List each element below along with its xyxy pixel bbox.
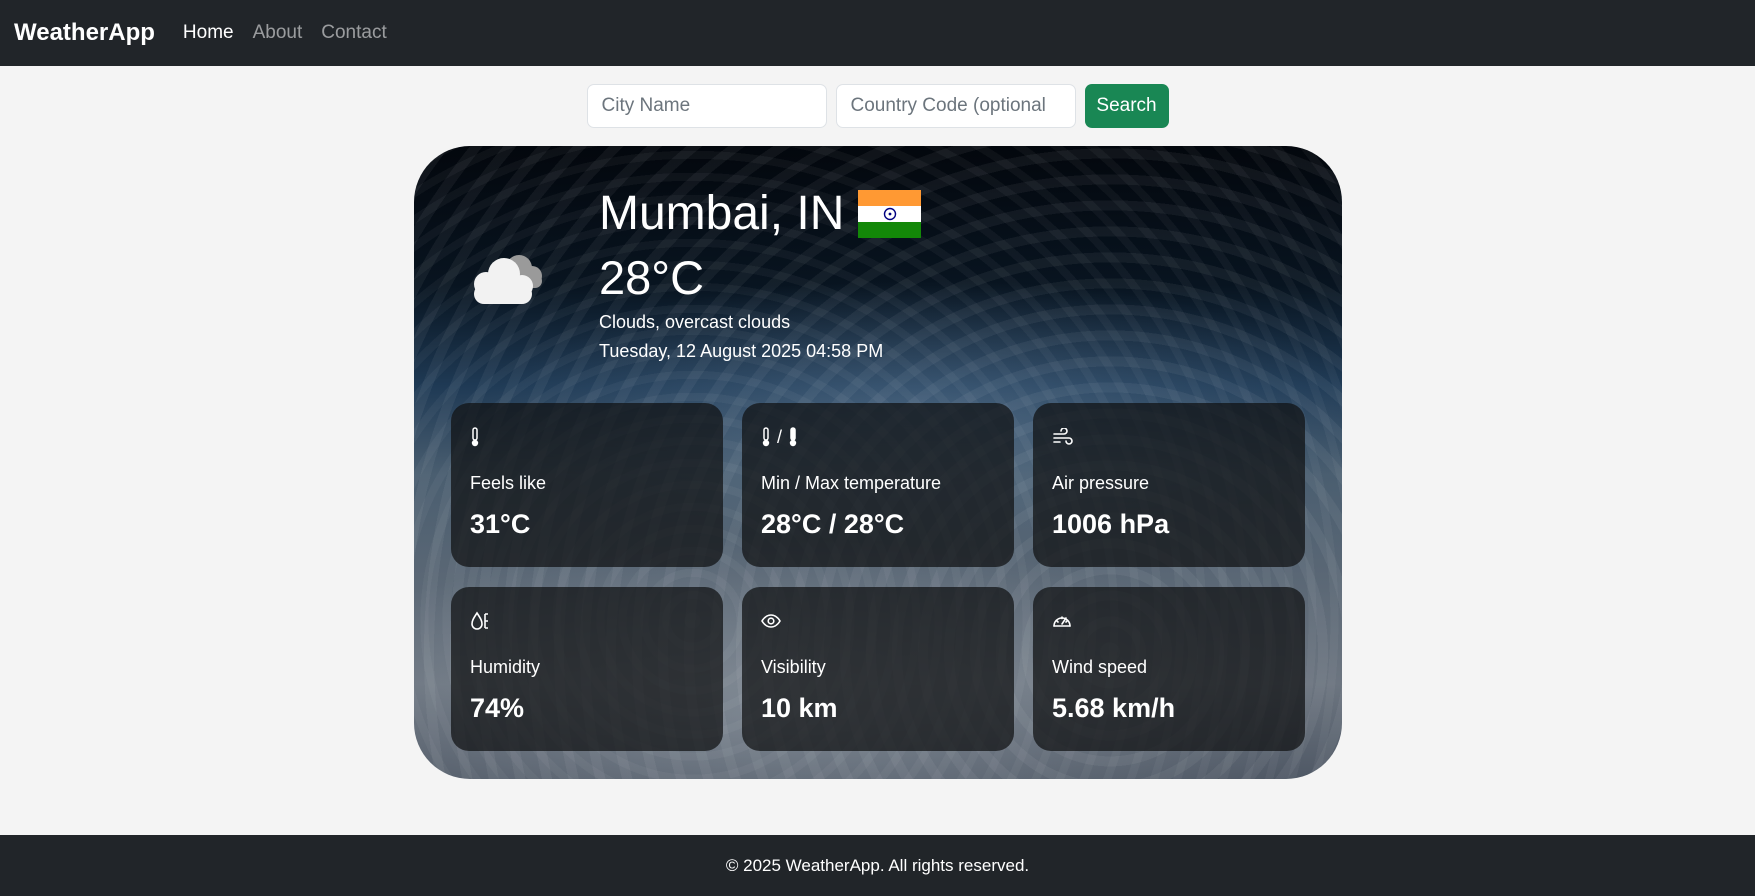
cloud-icon xyxy=(474,255,542,304)
copyright-text: © 2025 WeatherApp. All rights reserved. xyxy=(725,855,1030,875)
icon-separator: / xyxy=(777,426,783,447)
stat-value: 31°C xyxy=(470,509,531,539)
stat-label: Air pressure xyxy=(1052,473,1150,493)
stat-value: 10 km xyxy=(761,693,838,723)
humidity-icon xyxy=(470,609,490,633)
stat-value: 74% xyxy=(470,693,525,723)
nav-link-about[interactable]: About xyxy=(253,22,303,44)
stat-label: Feels like xyxy=(470,473,547,493)
stat-value: 1006 hPa xyxy=(1052,509,1170,539)
city-name: Mumbai, IN xyxy=(599,187,845,240)
nav-link-home[interactable]: Home xyxy=(183,22,234,44)
date-time: Tuesday, 12 August 2025 04:58 PM xyxy=(599,341,884,361)
stat-label: Humidity xyxy=(470,657,541,677)
stat-value: 28°C / 28°C xyxy=(761,509,905,539)
stat-label: Wind speed xyxy=(1052,657,1148,677)
stat-min-max-temperature: / Min / Max temperature 28°C / 28°C xyxy=(742,403,1014,567)
india-flag-icon xyxy=(858,189,922,238)
speedometer-icon xyxy=(1052,609,1072,633)
search-button[interactable]: Search xyxy=(1084,84,1169,128)
nav-link-contact[interactable]: Contact xyxy=(321,22,386,44)
wind-icon xyxy=(1052,425,1074,449)
stat-value: 5.68 km/h xyxy=(1052,693,1176,723)
city-name-input[interactable] xyxy=(586,84,827,128)
current-temperature: 28°C xyxy=(599,251,705,304)
search-form: Search xyxy=(0,84,1755,128)
thermometer-range-icon: / xyxy=(761,425,798,449)
stat-label: Min / Max temperature xyxy=(761,473,942,493)
navbar: WeatherApp Home About Contact xyxy=(0,0,1755,66)
country-code-input[interactable] xyxy=(835,84,1076,128)
location-heading: Mumbai, IN xyxy=(599,186,922,241)
stat-visibility: Visibility 10 km xyxy=(742,587,1014,751)
stat-feels-like: Feels like 31°C xyxy=(451,403,723,567)
stat-air-pressure: Air pressure 1006 hPa xyxy=(1033,403,1305,567)
weather-description: Clouds, overcast clouds xyxy=(599,312,791,332)
thermometer-icon xyxy=(470,425,480,449)
stat-label: Visibility xyxy=(761,657,826,677)
brand-logo[interactable]: WeatherApp xyxy=(14,19,155,47)
footer: © 2025 WeatherApp. All rights reserved. xyxy=(0,835,1755,896)
weather-card: Mumbai, IN 28°C Clouds, overcast clouds … xyxy=(414,146,1342,779)
eye-icon xyxy=(761,609,781,633)
stat-wind-speed: Wind speed 5.68 km/h xyxy=(1033,587,1305,751)
stat-humidity: Humidity 74% xyxy=(451,587,723,751)
